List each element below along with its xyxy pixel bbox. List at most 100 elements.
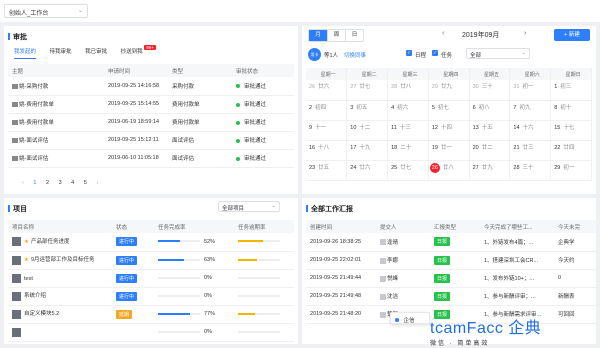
calendar-day[interactable]: 29 廿九 — [428, 80, 470, 101]
prev-month-icon[interactable]: ‹ — [442, 30, 444, 37]
calendar-day[interactable]: 2 初四 — [306, 100, 348, 121]
day-number: 27 — [472, 164, 479, 171]
status-badge: 延期 — [116, 309, 133, 319]
calendar-day[interactable]: 19 廿一 — [428, 140, 470, 161]
star-icon[interactable]: ★ — [24, 257, 29, 263]
table-row[interactable]: 2019-09-25 21:49:48 沈洁 日报 1、参与新酬评审；... 新酬表 — [306, 287, 596, 306]
next-month-icon[interactable]: › — [524, 30, 526, 37]
calendar-day[interactable]: 27 廿九 — [469, 160, 511, 181]
lunar-date: 初六 — [397, 104, 409, 111]
tab-cc[interactable]: 抄送到我 — [121, 49, 143, 55]
table-row[interactable]: ★ 9月运营部工作及目标任务 进行中 63% — [8, 251, 294, 270]
user-name: 等1人 — [324, 53, 339, 59]
calendar-day[interactable]: 23 廿五 — [306, 160, 348, 181]
schedule-checkbox[interactable]: ✓ — [406, 50, 412, 56]
star-icon[interactable]: ★ — [24, 239, 29, 245]
prev-page-icon[interactable]: ‹ — [22, 180, 24, 186]
table-row[interactable]: 姚-面试评估 2019-06-10 11:05:18 面试评估 审批通过 — [8, 149, 294, 168]
table-row[interactable]: 2019-09-26 18:38:25 逢晴 日报 1、外链发布4篇；... 企典学 — [306, 233, 596, 252]
calendar-day[interactable]: 18 二十 — [387, 140, 429, 161]
lunar-date: 初一 — [522, 84, 534, 90]
calendar-day[interactable]: 29 初一 — [550, 160, 592, 181]
view-day-button[interactable]: 日 — [345, 30, 363, 41]
calendar-day[interactable]: 16 十八 — [306, 140, 348, 161]
page-3[interactable]: 3 — [59, 180, 62, 186]
tab-approved[interactable]: 我已审批 — [85, 49, 107, 55]
calendar-day[interactable]: 28 廿八 — [387, 80, 429, 101]
calendar-day[interactable]: 14 十六 — [509, 120, 552, 141]
avatar: 用卡 — [308, 48, 321, 61]
calendar-day[interactable]: 17 十九 — [346, 140, 389, 161]
table-row[interactable]: 自定义模块5.2 延期 77% — [8, 305, 294, 324]
calendar-day[interactable]: 8 初十 — [550, 100, 592, 121]
table-row[interactable]: test 进行中 0% — [8, 269, 294, 288]
page-4[interactable]: 4 — [71, 180, 74, 186]
table-row[interactable]: 0% — [8, 323, 294, 342]
completion-bar — [158, 240, 200, 243]
page-2[interactable]: 2 — [46, 180, 49, 186]
calendar-day[interactable]: 10 十二 — [346, 120, 389, 141]
calendar-day[interactable]: 27 廿七 — [346, 80, 389, 101]
calendar-day[interactable]: 4 初六 — [387, 100, 429, 121]
table-row[interactable]: 姚-费用付款单 2019-09-25 15:14:55 费用付款单 审批通过 — [8, 95, 294, 114]
table-row[interactable]: 2019-09-25 22:02:01 李娜 日报 1、搭建深圳工会CR... 今天约 — [306, 251, 596, 270]
calendar-day[interactable]: 11 十三 — [387, 120, 429, 141]
workspace-select[interactable]: 创始人_工作台 ⌄ — [4, 4, 88, 18]
completion-cell: 77% — [154, 305, 234, 324]
next-page-icon[interactable]: › — [96, 180, 98, 186]
calendar-day[interactable]: 12 十四 — [428, 120, 470, 141]
weekday-header: 星期日 — [550, 68, 592, 80]
created-cell: 2019-09-25 21:49:44 — [306, 269, 376, 288]
weekday-header: 星期五 — [469, 68, 511, 80]
page-1[interactable]: 1 — [33, 180, 36, 186]
calendar-day[interactable]: 25 廿七 — [387, 160, 429, 181]
calendar-day[interactable]: 20 廿二 — [469, 140, 511, 161]
view-week-button[interactable]: 周 — [327, 30, 345, 41]
calendar-day[interactable]: 21 廿三 — [509, 140, 552, 161]
switch-colleague-link[interactable]: 切换同事 — [344, 51, 366, 59]
table-row[interactable]: 姚-费用付款单 2019-06-19 18:59:14 费用付款单 审批通过 — [8, 113, 294, 132]
calendar-day[interactable]: 3 初五 — [346, 100, 389, 121]
calendar-day[interactable]: 24 廿六 — [346, 160, 389, 181]
table-row[interactable]: ★ 产品部任务进度 进行中 52% — [8, 233, 294, 252]
todo-cell: 新酬表 — [554, 287, 596, 306]
project-filter-select[interactable]: 全部项目 ⌄ — [218, 201, 280, 212]
calendar-day[interactable]: 1 初三 — [550, 80, 592, 101]
view-month-button[interactable]: 月 — [309, 30, 327, 41]
calendar-day[interactable]: 5 初七 — [428, 100, 470, 121]
submitter-name: 逢晴 — [387, 239, 399, 246]
table-row[interactable]: 姚-面试评估 2019-09-25 15:12:11 面试评估 审批通过 — [8, 131, 294, 150]
calendar-day[interactable]: 30 三十 — [469, 80, 511, 101]
chat-icon — [395, 318, 399, 322]
calendar-day[interactable]: 7 初九 — [509, 100, 552, 121]
lunar-date: 初五 — [356, 104, 368, 111]
subject-text: 姚-费用付款单 — [19, 120, 54, 126]
calendar-day[interactable]: 26 廿八 — [428, 160, 470, 181]
tab-my-initiated[interactable]: 我发起的 — [14, 49, 37, 59]
calendar-day[interactable]: 22 廿四 — [550, 140, 592, 161]
done-today-cell: 1、搭建深圳工会CR... — [480, 251, 554, 270]
calendar-day[interactable]: 15 十七 — [550, 120, 592, 141]
calendar-day[interactable]: 31 初一 — [509, 80, 552, 101]
chat-launcher[interactable]: 企信 — [390, 312, 430, 324]
page-5[interactable]: 5 — [84, 180, 87, 186]
calendar-grid: 星期一 星期二 星期三 星期四 星期五 星期六 星期日 26 廿六 27 廿七 28 廿八 29 廿九 30… — [306, 68, 592, 181]
calendar-day[interactable]: 13 十五 — [469, 120, 511, 141]
table-row[interactable]: 2019-09-25 21:49:44 悦峰 日报 1、发布外链10+；... 0 — [306, 269, 596, 288]
table-row[interactable]: 姚-采购付款 2019-09-25 14:16:58 采购付款 审批通过 — [8, 77, 294, 96]
calendar-day[interactable]: 26 廿六 — [306, 80, 348, 101]
tab-pending[interactable]: 待我审批 — [50, 49, 72, 55]
col-project-status: 状态 — [112, 220, 154, 233]
table-row[interactable]: 系统介绍 进行中 0% — [8, 287, 294, 306]
calendar-filter-select[interactable]: 全部 ⌄ — [466, 48, 530, 59]
calendar-day[interactable]: 6 初八 — [469, 100, 511, 121]
calendar-day[interactable]: 9 十一 — [306, 120, 348, 141]
project-filter-value: 全部项目 — [222, 206, 245, 212]
calendar-day[interactable]: 28 三十 — [509, 160, 552, 181]
new-event-button[interactable]: + 新建 — [554, 29, 590, 41]
pagination: ‹ 1 2 3 4 5 › — [22, 180, 98, 186]
schedule-filter-label: 日程 — [415, 53, 427, 59]
task-checkbox[interactable]: ✓ — [432, 50, 438, 56]
lunar-date: 十九 — [359, 144, 371, 151]
status-text: 审批通过 — [244, 120, 267, 126]
